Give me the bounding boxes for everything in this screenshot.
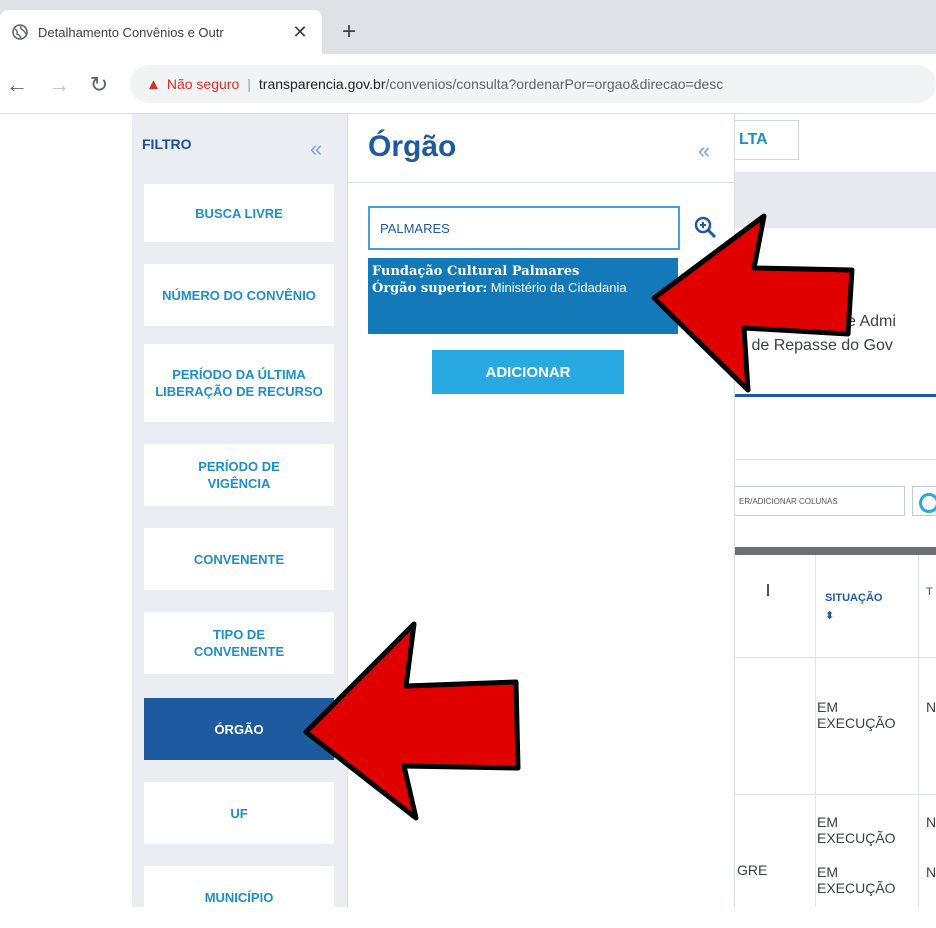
situacao-header-label: SITUAÇÃO bbox=[825, 592, 883, 604]
filter-periodo-vigencia[interactable]: PERÍODO DE VIGÊNCIA bbox=[144, 444, 334, 506]
table-top-bar bbox=[735, 547, 936, 555]
new-tab-button[interactable]: + bbox=[336, 18, 362, 46]
table-header-next: T bbox=[926, 586, 933, 598]
suggestion-superior-label: Órgão superior: bbox=[372, 281, 488, 296]
url-path: /convenios/consulta?ordenarPor=orgao&dir… bbox=[385, 76, 724, 92]
url-text: transparencia.gov.br/convenios/consulta?… bbox=[259, 76, 723, 92]
table-cell-situacao: EM EXECUÇÃO bbox=[817, 814, 896, 846]
suggestion-org-name: Fundação Cultural Palmares bbox=[372, 264, 580, 279]
close-tab-icon[interactable]: ✕ bbox=[290, 22, 310, 43]
table-column-divider bbox=[815, 555, 816, 907]
warning-icon: ▲ bbox=[146, 75, 161, 93]
address-separator: | bbox=[247, 76, 251, 92]
consulta-tab[interactable]: LTA bbox=[735, 120, 799, 160]
table-cell-next: N bbox=[926, 864, 936, 880]
table-cell-left: GRE bbox=[737, 862, 768, 878]
divider bbox=[735, 459, 936, 460]
globe-icon bbox=[12, 24, 28, 40]
adicionar-button[interactable]: ADICIONAR bbox=[432, 350, 624, 394]
page-content: LTA e Admi s de Repasse do Gov ER/ADICIO… bbox=[0, 114, 936, 928]
url-host: transparencia.gov.br bbox=[258, 76, 386, 92]
browser-tab[interactable]: Detalhamento Convênios e Outr ✕ bbox=[0, 10, 322, 54]
reload-icon[interactable]: ↻ bbox=[86, 72, 112, 98]
panel-title: Órgão bbox=[368, 130, 457, 163]
columns-button[interactable]: ER/ADICIONAR COLUNAS bbox=[735, 486, 905, 516]
table-header-situacao[interactable]: SITUAÇÃO ⬍ bbox=[825, 589, 882, 625]
collapse-panel-icon[interactable]: « bbox=[698, 138, 710, 164]
table-header-fragment bbox=[767, 584, 769, 596]
forward-icon[interactable]: → bbox=[46, 72, 72, 98]
collapse-filter-icon[interactable]: « bbox=[310, 136, 322, 162]
annotation-arrow-left bbox=[303, 621, 521, 821]
browser-tabstrip: Detalhamento Convênios e Outr ✕ + bbox=[0, 0, 936, 54]
suggestion-superior-value: Ministério da Cidadania bbox=[490, 280, 627, 295]
table-cell-situacao: EM EXECUÇÃO bbox=[817, 699, 896, 731]
back-icon[interactable]: ← bbox=[4, 72, 30, 98]
orgao-suggestion-item[interactable]: Fundação Cultural Palmares Órgão superio… bbox=[368, 258, 678, 334]
table-row-divider bbox=[735, 794, 936, 795]
filter-convenente[interactable]: CONVENENTE bbox=[144, 528, 334, 590]
orgao-search-input[interactable] bbox=[368, 206, 680, 250]
table-row-divider bbox=[735, 657, 936, 658]
not-secure-label: Não seguro bbox=[166, 76, 240, 92]
refresh-button[interactable] bbox=[912, 486, 936, 516]
filter-municipio[interactable]: MUNICÍPIO bbox=[144, 866, 334, 928]
table-cell-next: N bbox=[926, 699, 936, 715]
address-bar[interactable]: ▲ Não seguro | transparencia.gov.br/conv… bbox=[130, 65, 936, 103]
filter-title: FILTRO bbox=[142, 136, 192, 152]
browser-toolbar: ← → ↻ ▲ Não seguro | transparencia.gov.b… bbox=[0, 54, 936, 114]
filter-numero-convenio[interactable]: NÚMERO DO CONVÊNIO bbox=[144, 264, 334, 326]
table-column-divider bbox=[918, 555, 919, 907]
tab-title: Detalhamento Convênios e Outr bbox=[38, 24, 224, 40]
table-cell-next: N bbox=[926, 814, 936, 830]
filter-busca-livre[interactable]: BUSCA LIVRE bbox=[144, 184, 334, 242]
sort-icon[interactable]: ⬍ bbox=[825, 610, 834, 622]
panel-divider bbox=[348, 182, 734, 183]
annotation-arrow-right bbox=[651, 213, 855, 393]
filter-periodo-liberacao[interactable]: PERÍODO DA ÚLTIMA LIBERAÇÃO DE RECURSO bbox=[144, 344, 334, 422]
table-cell-situacao: EM EXECUÇÃO bbox=[817, 864, 896, 896]
